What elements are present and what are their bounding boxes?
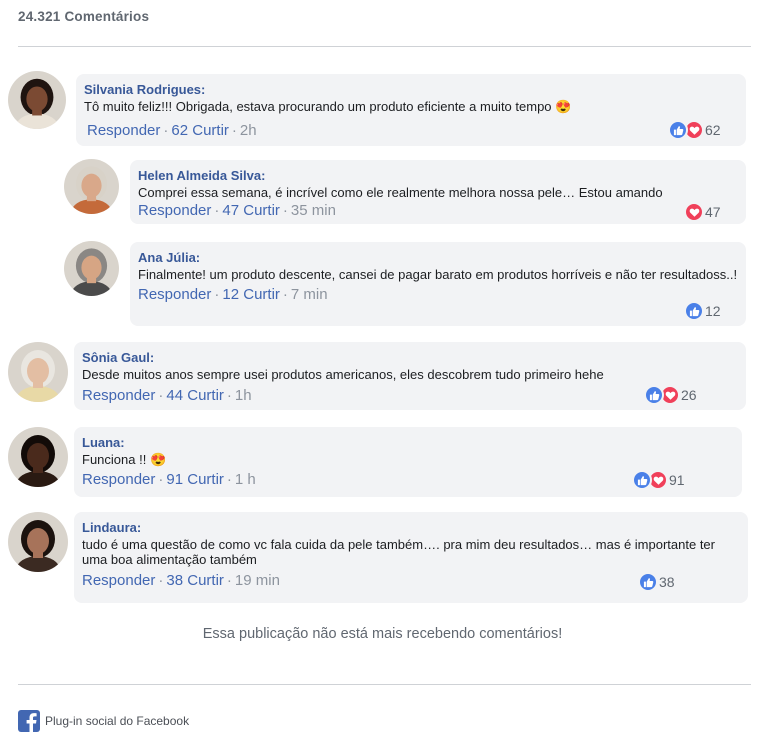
- reaction-count: 38: [659, 574, 675, 590]
- like-link[interactable]: 91 Curtir: [166, 471, 224, 488]
- comment-text: tudo é uma questão de como vc fala cuida…: [82, 537, 715, 567]
- like-reaction-icon: [644, 385, 664, 405]
- comment-actions: Responder · 62 Curtir · 2h: [87, 122, 257, 139]
- comment-bubble: Luana: Funciona !! 😍 Responder · 91 Curtir…: [74, 427, 742, 497]
- like-link[interactable]: 12 Curtir: [222, 286, 280, 303]
- like-reaction-icon: [638, 572, 658, 592]
- reaction-summary[interactable]: 91: [632, 470, 685, 490]
- facebook-icon: [18, 710, 40, 732]
- comment-author[interactable]: Helen Almeida Silva:: [138, 168, 738, 184]
- comment-text: Desde muitos anos sempre usei produtos a…: [82, 367, 604, 382]
- heart-eyes-emoji: 😍: [149, 452, 167, 467]
- comment-author[interactable]: Silvania Rodrigues:: [84, 82, 738, 98]
- like-reaction-icon: [668, 120, 688, 140]
- comment-text: Funciona !! 😍: [82, 452, 167, 467]
- comment-time: 1h: [234, 387, 252, 404]
- reaction-count: 47: [705, 204, 721, 220]
- reply-link[interactable]: Responder: [82, 471, 155, 488]
- comment-author[interactable]: Lindaura:: [82, 520, 740, 536]
- comment-count: 24.321 Comentários: [18, 9, 150, 24]
- love-reaction-icon: [684, 202, 704, 222]
- reaction-count: 26: [681, 387, 697, 403]
- reaction-count: 12: [705, 303, 721, 319]
- reply-link[interactable]: Responder: [82, 387, 155, 404]
- comment-bubble: Sônia Gaul: Desde muitos anos sempre use…: [74, 342, 746, 410]
- avatar[interactable]: [64, 159, 119, 214]
- heart-eyes-emoji: 😍: [555, 99, 572, 114]
- comment-bubble: Lindaura: tudo é uma questão de como vc …: [74, 512, 748, 603]
- reaction-summary[interactable]: 12: [684, 301, 721, 321]
- reaction-summary[interactable]: 38: [638, 572, 675, 592]
- reaction-count: 62: [705, 122, 721, 138]
- reply-link[interactable]: Responder: [87, 122, 160, 139]
- like-link[interactable]: 38 Curtir: [166, 572, 224, 589]
- comment-time: 7 min: [290, 286, 328, 303]
- avatar[interactable]: [64, 241, 119, 296]
- like-link[interactable]: 44 Curtir: [166, 387, 224, 404]
- avatar[interactable]: [8, 427, 68, 487]
- avatar[interactable]: [8, 71, 66, 129]
- reaction-summary[interactable]: 26: [644, 385, 697, 405]
- reply-link[interactable]: Responder: [138, 286, 211, 303]
- like-link[interactable]: 62 Curtir: [171, 122, 229, 139]
- comments-closed-notice: Essa publicação não está mais recebendo …: [202, 626, 563, 642]
- comment-author[interactable]: Sônia Gaul:: [82, 350, 738, 366]
- footer-label: Plug-in social do Facebook: [45, 714, 190, 728]
- divider: [18, 46, 751, 47]
- avatar[interactable]: [8, 512, 68, 572]
- comment-time: 19 min: [234, 572, 280, 589]
- comment-bubble: Ana Júlia: Finalmente! um produto descen…: [130, 242, 746, 326]
- reply-link[interactable]: Responder: [82, 572, 155, 589]
- divider: [18, 684, 751, 685]
- comment-text: Comprei essa semana, é incrível como ele…: [138, 185, 663, 200]
- comment-actions: Responder · 44 Curtir · 1h: [82, 387, 252, 404]
- like-reaction-icon: [632, 470, 652, 490]
- comment-bubble: Helen Almeida Silva: Comprei essa semana…: [130, 160, 746, 224]
- avatar[interactable]: [8, 342, 68, 402]
- comment-text: Finalmente! um produto descente, cansei …: [138, 267, 738, 282]
- reaction-summary[interactable]: 47: [684, 202, 721, 222]
- comment-author[interactable]: Ana Júlia:: [138, 250, 738, 266]
- like-link[interactable]: 47 Curtir: [222, 202, 280, 219]
- reply-link[interactable]: Responder: [138, 202, 211, 219]
- comment-text: Tô muito feliz!!! Obrigada, estava procu…: [84, 99, 572, 114]
- comment-author[interactable]: Luana:: [82, 435, 734, 451]
- facebook-plugin-footer[interactable]: Plug-in social do Facebook: [18, 710, 189, 732]
- reaction-count: 91: [669, 472, 685, 488]
- comment-time: 35 min: [290, 202, 336, 219]
- comment-time: 2h: [239, 122, 257, 139]
- comment-time: 1 h: [234, 471, 256, 488]
- reaction-summary[interactable]: 62: [668, 120, 721, 140]
- comment-actions: Responder · 47 Curtir · 35 min: [138, 202, 336, 219]
- comment-actions: Responder · 12 Curtir · 7 min: [138, 286, 328, 303]
- comment-bubble: Silvania Rodrigues: Tô muito feliz!!! Ob…: [76, 74, 746, 146]
- like-reaction-icon: [684, 301, 704, 321]
